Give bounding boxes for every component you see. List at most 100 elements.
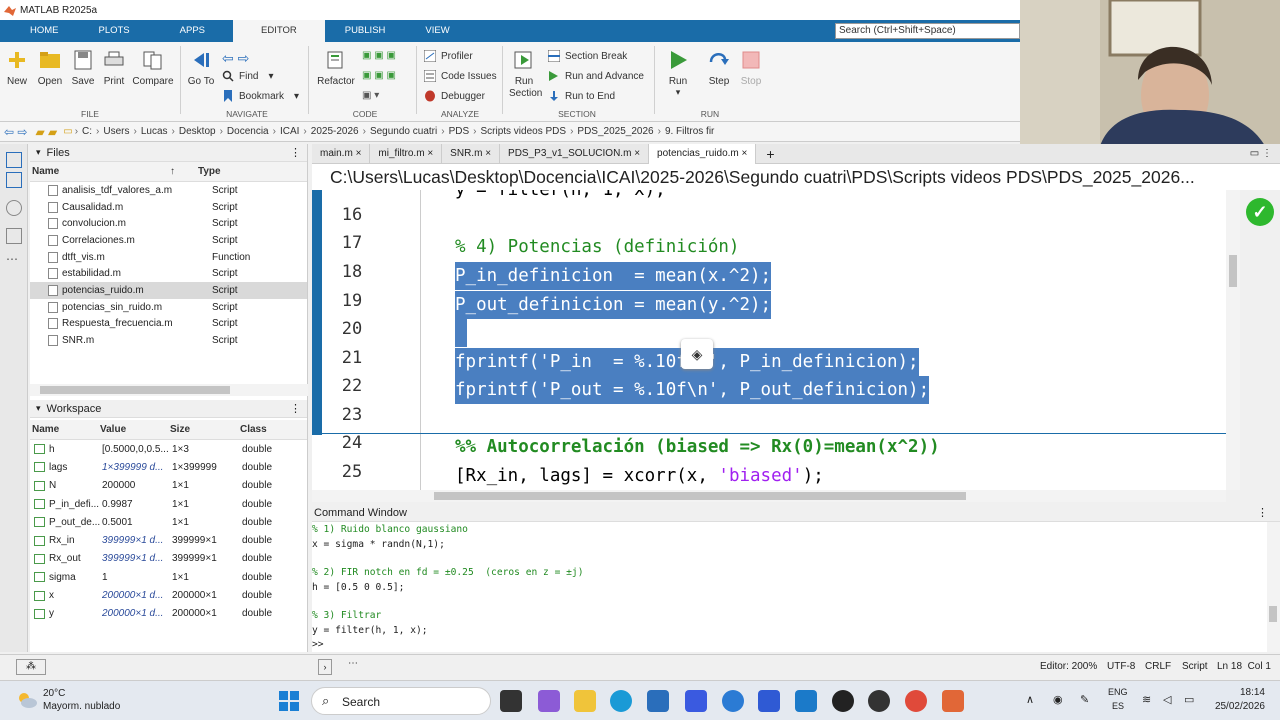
sort-arrow-icon[interactable]: ↑ <box>170 166 198 177</box>
teams-icon[interactable] <box>685 690 707 712</box>
vscode-icon[interactable] <box>795 690 817 712</box>
lang-secondary[interactable]: ES <box>1112 701 1124 711</box>
code-analyzer-ok-icon[interactable]: ✓ <box>1246 198 1274 226</box>
obs-icon[interactable] <box>832 690 854 712</box>
workspace-row[interactable]: h [0.5000,0,0.5... 1×3 double <box>30 440 307 458</box>
cmd-prompt[interactable]: >> <box>312 639 324 650</box>
file-list-item[interactable]: potencias_sin_ruido.m Script <box>30 299 307 316</box>
file-list-item[interactable]: estabilidad.m Script <box>30 265 307 282</box>
step-button[interactable]: Step <box>704 50 734 87</box>
scroll-thumb[interactable] <box>434 492 966 500</box>
file-explorer-icon[interactable] <box>574 690 596 712</box>
breadcrumb-item[interactable]: Users <box>99 126 133 137</box>
col-class[interactable]: Class <box>240 424 267 435</box>
col-name[interactable]: Name <box>30 166 170 177</box>
run-section-button[interactable]: Run Section <box>504 50 544 100</box>
folder-up-icon[interactable]: ▰ ▰ <box>31 125 61 139</box>
status-tool-icon[interactable]: ⁂ <box>16 659 46 675</box>
code-editor[interactable]: y = filter(h, 1, x); 16 17 18 19 20 21 2… <box>312 190 1226 490</box>
store-icon[interactable] <box>647 690 669 712</box>
matlab-icon[interactable] <box>942 690 964 712</box>
goto-button[interactable]: Go To <box>186 50 216 87</box>
workspace-row[interactable]: Rx_out 399999×1 d... 399999×1 double <box>30 550 307 568</box>
wifi-icon[interactable]: ≋ <box>1142 693 1151 706</box>
tab-plots[interactable]: PLOTS <box>77 20 152 42</box>
run-to-end-button[interactable]: Run to End <box>548 90 615 102</box>
scroll-thumb[interactable] <box>1269 606 1277 622</box>
breadcrumb-item[interactable]: Docencia <box>223 126 273 137</box>
panel-menu-icon[interactable]: ⋮ <box>290 402 301 415</box>
profiler-button[interactable]: Profiler <box>424 50 473 62</box>
copilot-hint-icon[interactable]: ◈ <box>681 339 713 369</box>
close-icon[interactable]: × <box>634 148 640 159</box>
workspace-row[interactable]: P_out_de... 0.5001 1×1 double <box>30 513 307 531</box>
editor-tab[interactable]: SNR.m × <box>442 143 501 164</box>
file-list-item[interactable]: SNR.m Script <box>30 332 307 349</box>
addons-icon[interactable] <box>6 228 22 244</box>
task-view-icon[interactable] <box>500 690 522 712</box>
editor-hscrollbar[interactable] <box>312 490 1226 502</box>
editor-tab[interactable]: main.m × <box>312 143 371 164</box>
more-icon[interactable]: ⋯ <box>348 658 358 669</box>
editor-vscrollbar[interactable] <box>1226 190 1240 490</box>
copilot-icon[interactable] <box>538 690 560 712</box>
workspace-panel-icon[interactable] <box>6 172 22 188</box>
file-list-item[interactable]: convolucion.m Script <box>30 215 307 232</box>
new-button[interactable]: New <box>4 50 30 87</box>
bookmark-button[interactable]: Bookmark ▾ <box>222 90 299 102</box>
workspace-row[interactable]: Rx_in 399999×1 d... 399999×1 double <box>30 531 307 549</box>
editor-tab[interactable]: mi_filtro.m × <box>370 143 443 164</box>
chrome-icon[interactable] <box>905 690 927 712</box>
col-value[interactable]: Value <box>100 424 170 435</box>
taskbar-search-box[interactable]: ⌕ Search <box>311 687 491 715</box>
files-hscrollbar[interactable] <box>30 384 308 396</box>
scroll-thumb[interactable] <box>40 386 230 394</box>
file-list-item[interactable]: analisis_tdf_valores_a.m Script <box>30 182 307 199</box>
debugger-button[interactable]: Debugger <box>424 90 485 102</box>
back-forward-arrows[interactable]: ⇦ ⇨ <box>222 50 249 67</box>
breadcrumb-item[interactable]: PDS_2025_2026 <box>573 126 657 137</box>
save-button[interactable]: Save <box>70 50 96 87</box>
workspace-row[interactable]: lags 1×399999 d... 1×399999 double <box>30 458 307 476</box>
collapse-icon[interactable]: ▾ <box>36 403 41 414</box>
col-size[interactable]: Size <box>170 424 240 435</box>
section-break-button[interactable]: Section Break <box>548 50 627 62</box>
breadcrumb-item[interactable]: C: <box>78 126 96 137</box>
search-input[interactable]: Search (Ctrl+Shift+Space) <box>835 23 1020 39</box>
windows-start-icon[interactable] <box>278 690 300 712</box>
file-list-item[interactable]: Causalidad.m Script <box>30 199 307 216</box>
file-list-item[interactable]: potencias_ruido.m Script <box>30 282 307 299</box>
breadcrumb-item[interactable]: Lucas <box>137 126 172 137</box>
tab-publish[interactable]: PUBLISH <box>325 20 406 42</box>
app2-icon[interactable] <box>868 690 890 712</box>
tab-editor[interactable]: EDITOR <box>233 20 325 42</box>
scroll-thumb[interactable] <box>1229 255 1237 287</box>
clock-time[interactable]: 18:14 <box>1215 687 1265 698</box>
workspace-row[interactable]: P_in_defi... 0.9987 1×1 double <box>30 495 307 513</box>
command-window[interactable]: % 1) Ruido blanco gaussiano x = sigma * … <box>312 522 1267 652</box>
new-tab-plus-icon[interactable]: + <box>756 146 784 162</box>
breadcrumb-item[interactable]: Desktop <box>175 126 220 137</box>
col-name[interactable]: Name <box>30 424 100 435</box>
zoom-icon[interactable] <box>758 690 780 712</box>
print-button[interactable]: Print <box>101 50 127 87</box>
chevron-right-icon[interactable]: › <box>318 659 332 675</box>
tab-apps[interactable]: APPS <box>152 20 233 42</box>
tab-view[interactable]: VIEW <box>405 20 469 42</box>
workspace-row[interactable]: x 200000×1 d... 200000×1 double <box>30 586 307 604</box>
weather-icon[interactable] <box>16 690 38 710</box>
more-icon[interactable]: ⋯ <box>6 252 27 266</box>
tab-menu-icons[interactable]: ▭ ⋮ <box>1250 148 1272 159</box>
close-icon[interactable]: × <box>356 148 362 159</box>
teams-tray-icon[interactable]: ◉ <box>1053 693 1063 706</box>
files-panel-icon[interactable] <box>6 152 22 168</box>
run-advance-button[interactable]: Run and Advance <box>548 70 644 82</box>
breadcrumb-item[interactable]: 2025-2026 <box>307 126 363 137</box>
code-format-buttons[interactable]: ▣ ▣ ▣ <box>362 50 396 61</box>
close-icon[interactable]: × <box>427 148 433 159</box>
battery-icon[interactable]: ▭ <box>1184 693 1194 706</box>
breadcrumb-item[interactable]: ICAI <box>276 126 303 137</box>
code-issues-button[interactable]: Code Issues <box>424 70 497 82</box>
workspace-row[interactable]: y 200000×1 d... 200000×1 double <box>30 605 307 623</box>
cmd-vscrollbar[interactable] <box>1267 522 1280 652</box>
